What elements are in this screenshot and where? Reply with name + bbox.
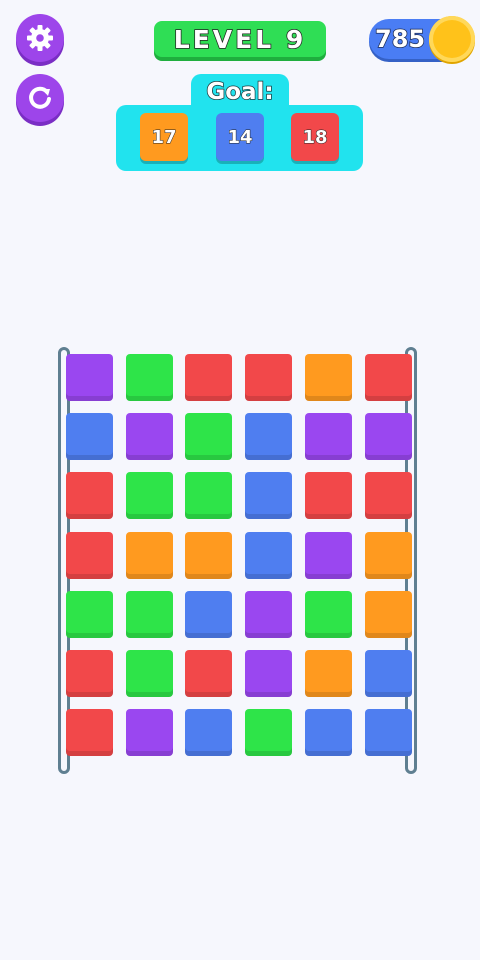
tile-red[interactable] [66,532,113,579]
coin-icon [429,16,475,62]
tile-board [66,354,416,764]
tile-red[interactable] [305,472,352,519]
restart-icon [29,86,51,109]
tile-orange[interactable] [365,591,412,638]
tile-red[interactable] [66,472,113,519]
tile-red[interactable] [365,472,412,519]
coin-counter: 785 [369,16,475,62]
tile-blue[interactable] [365,709,412,756]
goal-tile-red: 18 [291,113,339,161]
tile-green[interactable] [126,650,173,697]
tile-orange[interactable] [185,532,232,579]
tile-purple[interactable] [305,413,352,460]
tile-blue[interactable] [245,472,292,519]
tile-green[interactable] [185,413,232,460]
tile-blue[interactable] [245,532,292,579]
tile-red[interactable] [66,650,113,697]
tile-green[interactable] [126,591,173,638]
tile-green[interactable] [126,472,173,519]
tile-purple[interactable] [365,413,412,460]
restart-button[interactable] [16,74,64,122]
tile-purple[interactable] [126,413,173,460]
tile-purple[interactable] [66,354,113,401]
tile-blue[interactable] [365,650,412,697]
settings-button[interactable] [16,14,64,62]
tile-purple[interactable] [245,650,292,697]
tile-orange[interactable] [305,650,352,697]
goal-panel: 17 14 18 [116,105,363,171]
tile-orange[interactable] [305,354,352,401]
tile-red[interactable] [245,354,292,401]
goal-tile-orange: 17 [140,113,188,161]
level-badge: LEVEL 9 [154,21,326,57]
tile-purple[interactable] [305,532,352,579]
tile-blue[interactable] [66,413,113,460]
tile-blue[interactable] [245,413,292,460]
tile-blue[interactable] [185,591,232,638]
tile-red[interactable] [185,354,232,401]
tile-green[interactable] [126,354,173,401]
tile-blue[interactable] [185,709,232,756]
tile-green[interactable] [185,472,232,519]
tile-orange[interactable] [126,532,173,579]
tile-green[interactable] [305,591,352,638]
goal-tile-blue: 14 [216,113,264,161]
tile-blue[interactable] [305,709,352,756]
tile-red[interactable] [66,709,113,756]
tile-green[interactable] [245,709,292,756]
tile-orange[interactable] [365,532,412,579]
gear-icon [27,25,53,51]
tile-purple[interactable] [126,709,173,756]
coin-count: 785 [374,24,426,54]
tile-red[interactable] [185,650,232,697]
tile-green[interactable] [66,591,113,638]
tile-purple[interactable] [245,591,292,638]
tile-red[interactable] [365,354,412,401]
